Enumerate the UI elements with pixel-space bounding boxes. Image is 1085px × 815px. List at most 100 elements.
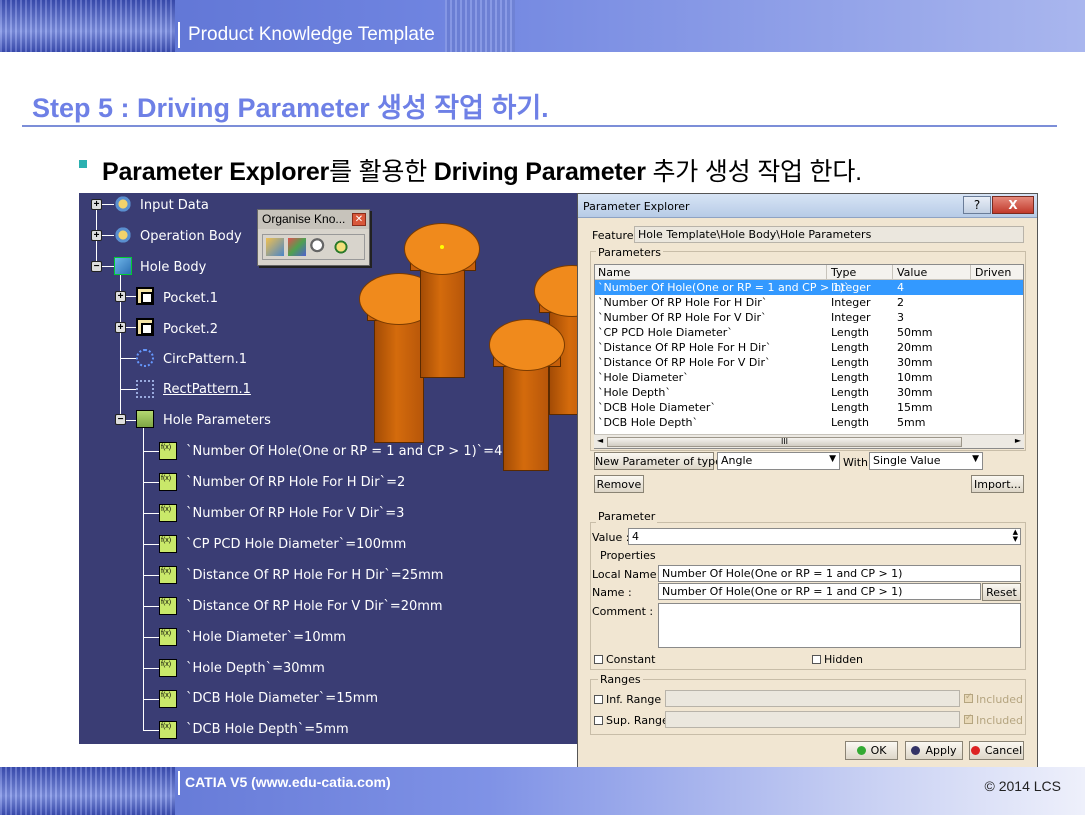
dialog-title: Parameter Explorer xyxy=(583,200,690,213)
sup-range-input[interactable] xyxy=(665,711,960,728)
organize-knowledge-icon[interactable] xyxy=(266,238,284,256)
tree-param-9[interactable]: `DCB Hole Diameter`=15mm xyxy=(186,691,378,706)
search-icon[interactable] xyxy=(310,238,328,256)
reset-button[interactable]: Reset xyxy=(982,583,1021,601)
constant-checkbox[interactable] xyxy=(594,655,603,664)
tree-param-5[interactable]: `Distance Of RP Hole For H Dir`=25mm xyxy=(186,568,443,583)
apply-icon xyxy=(911,746,921,755)
table-row[interactable]: `Hole Depth` Length 30mm xyxy=(595,385,1023,400)
header-band xyxy=(0,0,1085,52)
table-row[interactable]: `Number Of RP Hole For H Dir` Integer 2 xyxy=(595,295,1023,310)
column-type[interactable]: Type xyxy=(831,266,856,279)
row-value: 20mm xyxy=(897,341,933,354)
tree-param-7[interactable]: `Hole Diameter`=10mm xyxy=(186,630,346,645)
pocket-icon xyxy=(136,318,154,336)
comment-label: Comment : xyxy=(592,605,654,618)
slide-header-title: Product Knowledge Template xyxy=(188,24,435,45)
column-value[interactable]: Value xyxy=(897,266,927,279)
table-row[interactable]: `Number Of Hole(One or RP = 1 and CP > 1… xyxy=(595,280,1023,295)
local-name-input[interactable]: Number Of Hole(One or RP = 1 and CP > 1) xyxy=(658,565,1021,582)
row-type: Length xyxy=(831,356,869,369)
organise-knowledge-toolbar[interactable]: Organise Kno... ✕ xyxy=(257,209,370,266)
row-name: `Distance Of RP Hole For V Dir` xyxy=(598,356,771,369)
expand-pocket-1[interactable]: + xyxy=(115,291,126,302)
column-name[interactable]: Name xyxy=(598,266,630,279)
table-row[interactable]: `Number Of RP Hole For V Dir` Integer 3 xyxy=(595,310,1023,325)
row-type: Integer xyxy=(831,281,871,294)
parameter-icon xyxy=(159,566,177,584)
tree-param-10[interactable]: `DCB Hole Depth`=5mm xyxy=(186,722,349,737)
name-input[interactable]: Number Of Hole(One or RP = 1 and CP > 1) xyxy=(658,583,981,600)
value-input[interactable]: 4 ▲ ▼ xyxy=(628,528,1021,545)
bullet-plain-1: 를 활용한 xyxy=(329,158,434,186)
cancel-button[interactable]: Cancel xyxy=(969,741,1024,760)
comment-textarea[interactable] xyxy=(658,603,1021,648)
table-row[interactable]: `Distance Of RP Hole For V Dir` Length 30m… xyxy=(595,355,1023,370)
parameter-icon xyxy=(159,597,177,615)
row-name: `Number Of RP Hole For H Dir` xyxy=(598,296,768,309)
expand-pocket-2[interactable]: + xyxy=(115,322,126,333)
spinner-icon[interactable]: ▲ ▼ xyxy=(1013,529,1018,543)
table-row[interactable]: `CP PCD Hole Diameter` Length 50mm xyxy=(595,325,1023,340)
parameter-explorer-icon[interactable] xyxy=(288,238,306,256)
table-row[interactable]: `DCB Hole Depth` Length 5mm xyxy=(595,415,1023,430)
new-parameter-button[interactable]: New Parameter of type xyxy=(594,452,722,470)
scroll-right-icon[interactable]: ► xyxy=(1015,436,1021,445)
table-row[interactable]: `Hole Diameter` Length 10mm xyxy=(595,370,1023,385)
parameter-icon xyxy=(159,504,177,522)
expand-input-data[interactable]: + xyxy=(91,199,102,210)
sup-included-checkbox[interactable] xyxy=(964,713,973,724)
scroll-thumb[interactable]: III xyxy=(607,437,962,447)
row-name: `Hole Depth` xyxy=(598,386,671,399)
close-button[interactable]: X xyxy=(992,196,1034,214)
feature-field: Hole Template\Hole Body\Hole Parameters xyxy=(634,226,1024,243)
inf-range-input[interactable] xyxy=(665,690,960,707)
with-label: With xyxy=(843,456,868,469)
parameter-icon xyxy=(159,659,177,677)
row-name: `CP PCD Hole Diameter` xyxy=(598,326,733,339)
tree-item-pocket-1[interactable]: Pocket.1 xyxy=(163,291,218,306)
knowledge-inspector-icon[interactable] xyxy=(332,238,350,256)
tree-param-8[interactable]: `Hole Depth`=30mm xyxy=(186,661,325,676)
import-button[interactable]: Import... xyxy=(971,475,1024,493)
hidden-checkbox[interactable] xyxy=(812,655,821,664)
expand-operation-body[interactable]: + xyxy=(91,230,102,241)
row-value: 50mm xyxy=(897,326,933,339)
tree-param-6[interactable]: `Distance Of RP Hole For V Dir`=20mm xyxy=(186,599,443,614)
inf-range-checkbox[interactable] xyxy=(594,695,603,704)
table-horizontal-scrollbar[interactable]: ◄ III ► xyxy=(594,434,1024,448)
tree-param-3[interactable]: `Number Of RP Hole For V Dir`=3 xyxy=(186,506,404,521)
help-button[interactable]: ? xyxy=(963,196,991,214)
multiplicity-select[interactable]: Single Value ▼ xyxy=(869,452,983,470)
row-value: 15mm xyxy=(897,401,933,414)
table-row[interactable]: `Distance Of RP Hole For H Dir` Length 20m… xyxy=(595,340,1023,355)
toolbar-close-icon[interactable]: ✕ xyxy=(352,213,366,226)
row-type: Length xyxy=(831,341,869,354)
footer-texture xyxy=(0,767,175,815)
tree-item-operation-body[interactable]: Operation Body xyxy=(140,229,242,244)
footer-band xyxy=(0,767,1085,815)
tree-item-rectpattern-1[interactable]: RectPattern.1 xyxy=(163,382,251,397)
inf-included-checkbox[interactable] xyxy=(964,692,973,703)
remove-button[interactable]: Remove xyxy=(594,475,644,493)
row-value: 30mm xyxy=(897,386,933,399)
ok-button[interactable]: OK xyxy=(845,741,898,760)
tree-param-1[interactable]: `Number Of Hole(One or RP = 1 and CP > 1… xyxy=(186,444,502,459)
table-row[interactable]: `DCB Hole Diameter` Length 15mm xyxy=(595,400,1023,415)
scroll-left-icon[interactable]: ◄ xyxy=(597,436,603,445)
parameter-type-select[interactable]: Angle ▼ xyxy=(717,452,840,470)
tree-item-input-data[interactable]: Input Data xyxy=(140,198,209,213)
tree-item-pocket-2[interactable]: Pocket.2 xyxy=(163,322,218,337)
tree-param-2[interactable]: `Number Of RP Hole For H Dir`=2 xyxy=(186,475,405,490)
parameter-icon xyxy=(159,628,177,646)
parameters-table[interactable]: Name Type Value Driven By `Number Of Hol… xyxy=(594,264,1024,449)
row-value: 5mm xyxy=(897,416,926,429)
collapse-hole-parameters[interactable]: − xyxy=(115,414,126,425)
tree-item-circpattern-1[interactable]: CircPattern.1 xyxy=(163,352,247,367)
tree-item-hole-body[interactable]: Hole Body xyxy=(140,260,206,275)
apply-button[interactable]: Apply xyxy=(905,741,963,760)
sup-range-checkbox[interactable] xyxy=(594,716,603,725)
tree-item-hole-parameters[interactable]: Hole Parameters xyxy=(163,413,271,428)
collapse-hole-body[interactable]: − xyxy=(91,261,102,272)
tree-param-4[interactable]: `CP PCD Hole Diameter`=100mm xyxy=(186,537,406,552)
